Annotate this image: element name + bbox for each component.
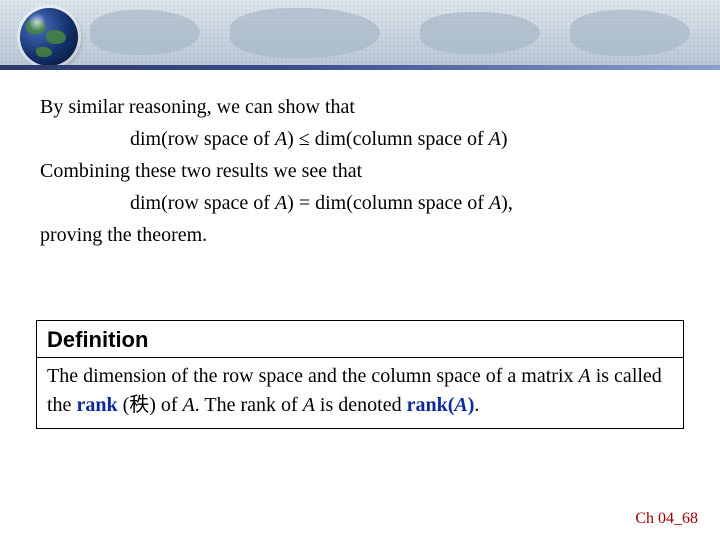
var-a: A bbox=[454, 394, 467, 416]
line-4: dim(row space of A) = dim(column space o… bbox=[40, 188, 680, 218]
text: is denoted bbox=[315, 394, 407, 416]
var-a: A bbox=[275, 192, 287, 214]
var-a: A bbox=[183, 394, 195, 416]
text: The dimension of the row space and the c… bbox=[47, 365, 579, 387]
banner-map-shape bbox=[230, 8, 380, 58]
text: ) bbox=[501, 128, 508, 150]
var-a: A bbox=[489, 192, 501, 214]
text: dim(row space of bbox=[130, 128, 275, 150]
text: ) = dim(column space of bbox=[287, 192, 489, 214]
var-a: A bbox=[489, 128, 501, 150]
var-a: A bbox=[303, 394, 315, 416]
line-2: dim(row space of A) ≤ dim(column space o… bbox=[40, 124, 680, 154]
line-5: proving the theorem. bbox=[40, 220, 680, 250]
term-rank: rank bbox=[76, 394, 117, 416]
var-a: A bbox=[275, 128, 287, 150]
banner-map-shape bbox=[570, 10, 690, 56]
text: ) ≤ dim(column space of bbox=[287, 128, 488, 150]
slide-body: By similar reasoning, we can show that d… bbox=[0, 70, 720, 250]
definition-body: The dimension of the row space and the c… bbox=[37, 358, 683, 428]
var-a: A bbox=[579, 365, 591, 387]
definition-title: Definition bbox=[37, 321, 683, 358]
text: ), bbox=[501, 192, 513, 214]
banner-underline bbox=[0, 65, 720, 70]
slide-footer: Ch 04_68 bbox=[635, 510, 698, 528]
text: (秩) of bbox=[118, 394, 183, 416]
line-1: By similar reasoning, we can show that bbox=[40, 92, 680, 122]
banner-map-shape bbox=[90, 10, 200, 55]
definition-box: Definition The dimension of the row spac… bbox=[36, 320, 684, 429]
text: dim(row space of bbox=[130, 192, 275, 214]
text: . The rank of bbox=[195, 394, 303, 416]
line-3: Combining these two results we see that bbox=[40, 156, 680, 186]
text: . bbox=[474, 394, 479, 416]
term-rank-a: rank( bbox=[407, 394, 455, 416]
globe-icon bbox=[20, 8, 78, 66]
banner-map-shape bbox=[420, 12, 540, 54]
slide-header-banner bbox=[0, 0, 720, 70]
